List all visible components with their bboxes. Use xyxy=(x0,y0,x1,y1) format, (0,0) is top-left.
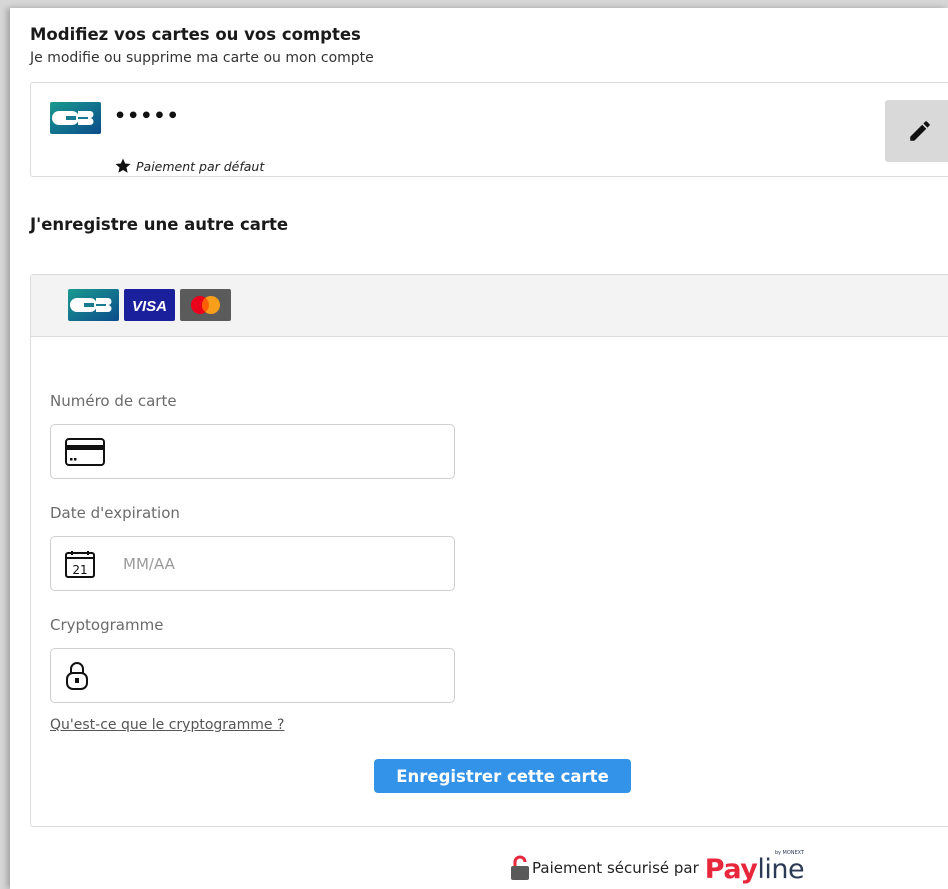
svg-text:VISA: VISA xyxy=(132,298,167,315)
payline-logo: Pay line by MONEXT xyxy=(704,850,805,885)
cvv-input[interactable] xyxy=(115,665,399,686)
cvv-help-link[interactable]: Qu'est-ce que le cryptogramme ? xyxy=(50,717,284,733)
visa-brand-logo[interactable]: VISA xyxy=(124,289,175,321)
payline-pay-text: Pay xyxy=(704,854,758,885)
page-title: Modifiez vos cartes ou vos comptes xyxy=(30,25,361,44)
payline-line-text: line xyxy=(757,854,805,885)
edit-card-button[interactable] xyxy=(885,100,948,162)
cb-logo xyxy=(50,102,101,134)
card-number-input[interactable] xyxy=(131,441,415,462)
saved-card-panel: ••••• Paiement par défaut xyxy=(30,82,948,177)
star-icon xyxy=(115,158,131,173)
payline-byline: by MONEXT xyxy=(774,850,805,856)
default-payment-row: Paiement par défaut xyxy=(114,157,264,175)
page: Modifiez vos cartes ou vos comptes Je mo… xyxy=(10,8,948,889)
save-card-button[interactable]: Enregistrer cette carte xyxy=(374,759,631,793)
secure-payment-footer: Paiement sécurisé par Pay line by MONEXT xyxy=(510,850,805,885)
secure-payment-text: Paiement sécurisé par xyxy=(532,859,699,877)
credit-card-icon xyxy=(65,437,105,466)
cvv-label: Cryptogramme xyxy=(50,616,164,634)
masked-card-number: ••••• xyxy=(114,105,180,127)
lock-icon xyxy=(511,855,529,880)
cvv-field[interactable] xyxy=(50,648,455,703)
expiry-input[interactable] xyxy=(121,553,405,574)
card-number-field[interactable] xyxy=(50,424,455,479)
calendar-icon: 21 xyxy=(65,550,95,578)
card-brands-bar: VISA xyxy=(31,275,948,337)
expiry-label: Date d'expiration xyxy=(50,504,180,522)
pencil-icon xyxy=(910,121,930,141)
default-payment-label: Paiement par défaut xyxy=(136,158,265,174)
card-number-label: Numéro de carte xyxy=(50,392,177,410)
new-card-form: VISA Numéro de carte Date d'expiration 2… xyxy=(30,274,948,827)
page-subtitle: Je modifie ou supprime ma carte ou mon c… xyxy=(30,50,374,66)
padlock-icon xyxy=(65,661,89,691)
cb-brand-logo[interactable] xyxy=(68,289,119,321)
new-card-title: J'enregistre une autre carte xyxy=(30,215,289,234)
svg-text:21: 21 xyxy=(72,563,87,577)
expiry-field[interactable]: 21 xyxy=(50,536,455,591)
mastercard-brand-logo[interactable] xyxy=(180,289,231,321)
